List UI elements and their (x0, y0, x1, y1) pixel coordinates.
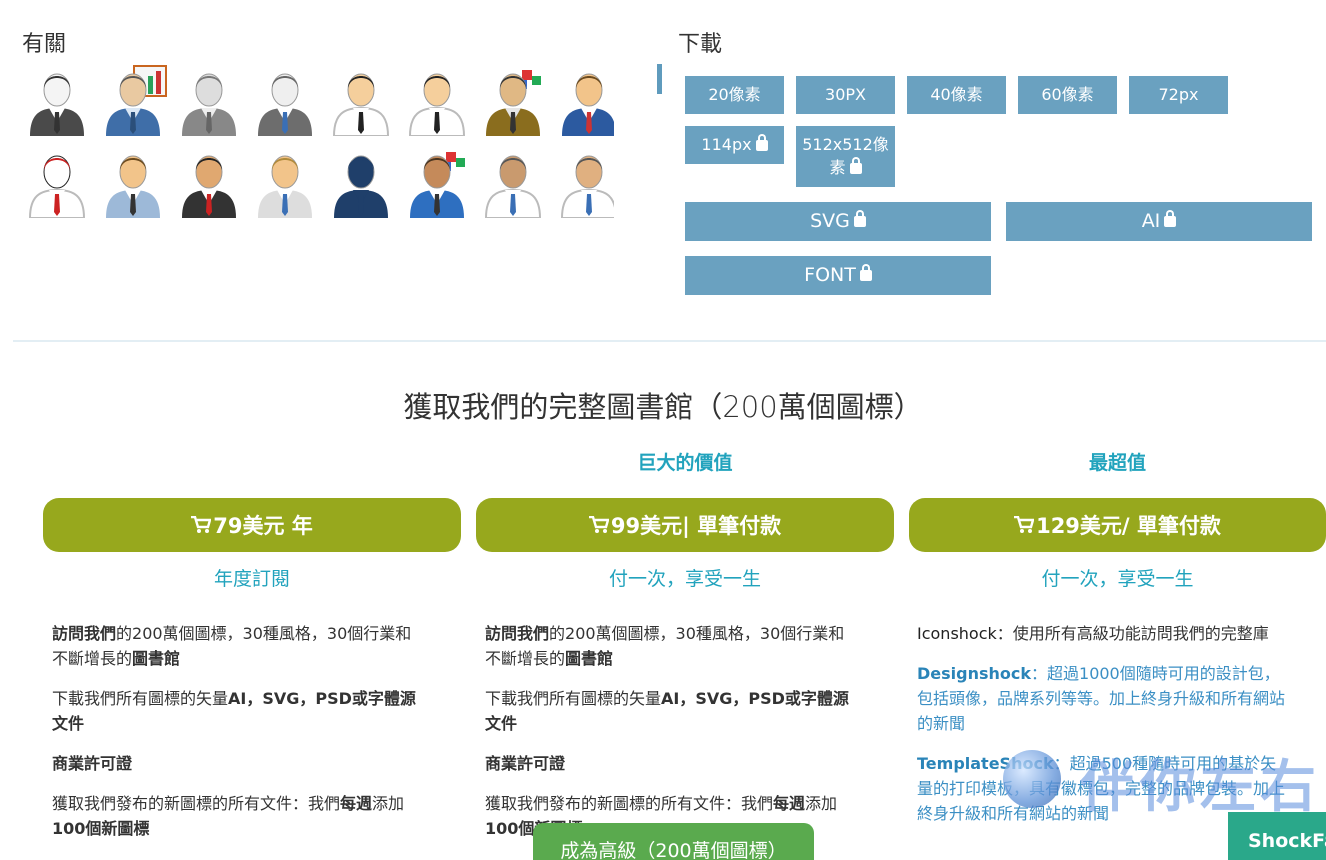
businessman-chart-icon[interactable] (98, 62, 168, 136)
download-marker (657, 64, 662, 94)
buy-annual-button[interactable]: 79美元 年 (43, 498, 461, 552)
size-button-114[interactable]: 114px (685, 126, 784, 164)
size-label: 72px (1158, 84, 1199, 104)
feature-item: 下載我們所有圖標的矢量AI，SVG，PSD或字體源文件 (52, 689, 416, 733)
businessman-partial-icon[interactable] (326, 226, 396, 232)
plan-tag (43, 448, 461, 476)
size-button-30[interactable]: 30PX (796, 76, 895, 114)
related-title: 有關 (22, 32, 67, 57)
price-label: 79美元 年 (213, 514, 313, 538)
price-label: 129美元/ 單筆付款 (1036, 514, 1221, 538)
feature-item: 商業許可證 (52, 754, 133, 773)
plan-subtitle: 年度訂閱 (213, 568, 290, 590)
businessman-blue-cubes-icon[interactable] (402, 144, 472, 218)
shockfamily-badge[interactable]: ShockFa (1228, 812, 1326, 860)
format-label: FONT (804, 264, 856, 287)
format-button-ai[interactable]: AI (1006, 202, 1312, 241)
size-button-40[interactable]: 40像素 (907, 76, 1006, 114)
designshock-link[interactable]: Designshock (917, 664, 1031, 683)
businessman-partial-icon[interactable] (554, 226, 614, 232)
lock-icon (1164, 210, 1177, 227)
businessman-silhouette-navy-icon[interactable] (326, 144, 396, 218)
feature-item: 下載我們所有圖標的矢量AI，SVG，PSD或字體源文件 (485, 689, 849, 733)
businessman-white-shirt-3-icon[interactable] (554, 144, 614, 218)
size-button-60[interactable]: 60像素 (1018, 76, 1117, 114)
businessman-white-shirt-icon[interactable] (402, 62, 472, 136)
feature-item: 獲取我們發布的新圖標的所有文件：我們每週添加100個新圖標 (52, 794, 405, 838)
size-label: 60像素 (1041, 84, 1094, 104)
feature-item: 訪問我們的200萬個圖標，30種風格，30個行業和不斷增長的圖書館 (52, 624, 412, 668)
section-divider (13, 340, 1326, 342)
feature-list: Iconshock：使用所有高級功能訪問我們的完整庫 Designshock：超… (909, 621, 1326, 826)
businessman-grayscale-icon[interactable] (174, 62, 244, 136)
buy-bundle-button[interactable]: 129美元/ 單筆付款 (909, 498, 1326, 552)
templateshock-link[interactable]: TemplateShock (917, 754, 1054, 773)
plan-bundle: 最超值 129美元/ 單筆付款 付一次，享受一生 Iconshock：使用所有高… (909, 448, 1326, 841)
cart-icon (191, 516, 212, 533)
feature-item: 訪問我們的200萬個圖標，30種風格，30個行業和不斷增長的圖書館 (485, 624, 845, 668)
businessman-partial-icon[interactable] (478, 226, 548, 232)
download-title: 下載 (678, 32, 723, 57)
businessman-blue-shirt-icon[interactable] (554, 62, 614, 136)
size-label: 512x512像素 (802, 135, 889, 177)
businessman-partial-icon[interactable] (402, 226, 472, 232)
format-button-svg[interactable]: SVG (685, 202, 991, 241)
size-label: 30PX (825, 84, 866, 104)
download-section: 下載 (678, 26, 1318, 58)
size-button-20[interactable]: 20像素 (685, 76, 784, 114)
related-section: 有關 (22, 26, 622, 58)
businessman-partial-icon[interactable] (174, 226, 244, 232)
businessman-blue-suit-icon[interactable] (98, 144, 168, 218)
feature-item: Designshock：超過1000個隨時可用的設計包，包括頭像，品牌系列等等。… (917, 664, 1286, 733)
lock-icon (859, 264, 872, 281)
format-label: SVG (810, 210, 850, 233)
size-label: 114px (701, 134, 752, 154)
plan-subtitle: 付一次，享受一生 (608, 568, 761, 590)
businessman-gray-suit-icon[interactable] (22, 62, 92, 136)
size-label: 40像素 (930, 84, 983, 104)
feature-item: 商業許可證 (485, 754, 566, 773)
businessman-white-shirt-2-icon[interactable] (478, 144, 548, 218)
plan-subtitle: 付一次，享受一生 (1041, 568, 1194, 590)
lock-icon (755, 133, 768, 151)
cart-icon (1014, 516, 1035, 533)
businessman-white-shirt-tie-icon[interactable] (326, 62, 396, 136)
size-button-512[interactable]: 512x512像素 (796, 126, 895, 187)
lock-icon (849, 156, 862, 174)
buy-lifetime-button[interactable]: 99美元| 單筆付款 (476, 498, 894, 552)
format-label: AI (1141, 210, 1161, 233)
size-label: 20像素 (708, 84, 761, 104)
become-premium-button[interactable]: 成為高級（200萬個圖標） (533, 823, 814, 860)
size-button-72[interactable]: 72px (1129, 76, 1228, 114)
feature-list: 訪問我們的200萬個圖標，30種風格，30個行業和不斷增長的圖書館 下載我們所有… (43, 621, 461, 841)
related-icon-grid (22, 62, 614, 232)
businessman-olive-cubes-icon[interactable] (478, 62, 548, 136)
cart-icon (588, 516, 609, 533)
businessman-dark-suit-icon[interactable] (174, 144, 244, 218)
plan-tag: 最超值 (1088, 452, 1146, 474)
businessman-partial-icon[interactable] (250, 226, 320, 232)
businessman-partial-icon[interactable] (98, 226, 168, 232)
library-title: 獲取我們的完整圖書館（200萬個圖標） (403, 390, 923, 424)
price-label: 99美元| 單筆付款 (610, 514, 782, 538)
businessman-red-hair-icon[interactable] (22, 144, 92, 218)
format-button-font[interactable]: FONT (685, 256, 991, 295)
plan-lifetime: 巨大的價值 99美元| 單筆付款 付一次，享受一生 訪問我們的200萬個圖標，3… (476, 448, 894, 856)
feature-item: Iconshock：使用所有高級功能訪問我們的完整庫 (917, 624, 1269, 643)
businessman-partial-icon[interactable] (22, 226, 92, 232)
lock-icon (853, 210, 866, 227)
plan-annual: 79美元 年 年度訂閱 訪問我們的200萬個圖標，30種風格，30個行業和不斷增… (43, 448, 461, 856)
businessman-gray-hair-icon[interactable] (250, 62, 320, 136)
businessman-blond-icon[interactable] (250, 144, 320, 218)
plan-tag: 巨大的價值 (637, 452, 733, 474)
feature-list: 訪問我們的200萬個圖標，30種風格，30個行業和不斷增長的圖書館 下載我們所有… (476, 621, 894, 841)
